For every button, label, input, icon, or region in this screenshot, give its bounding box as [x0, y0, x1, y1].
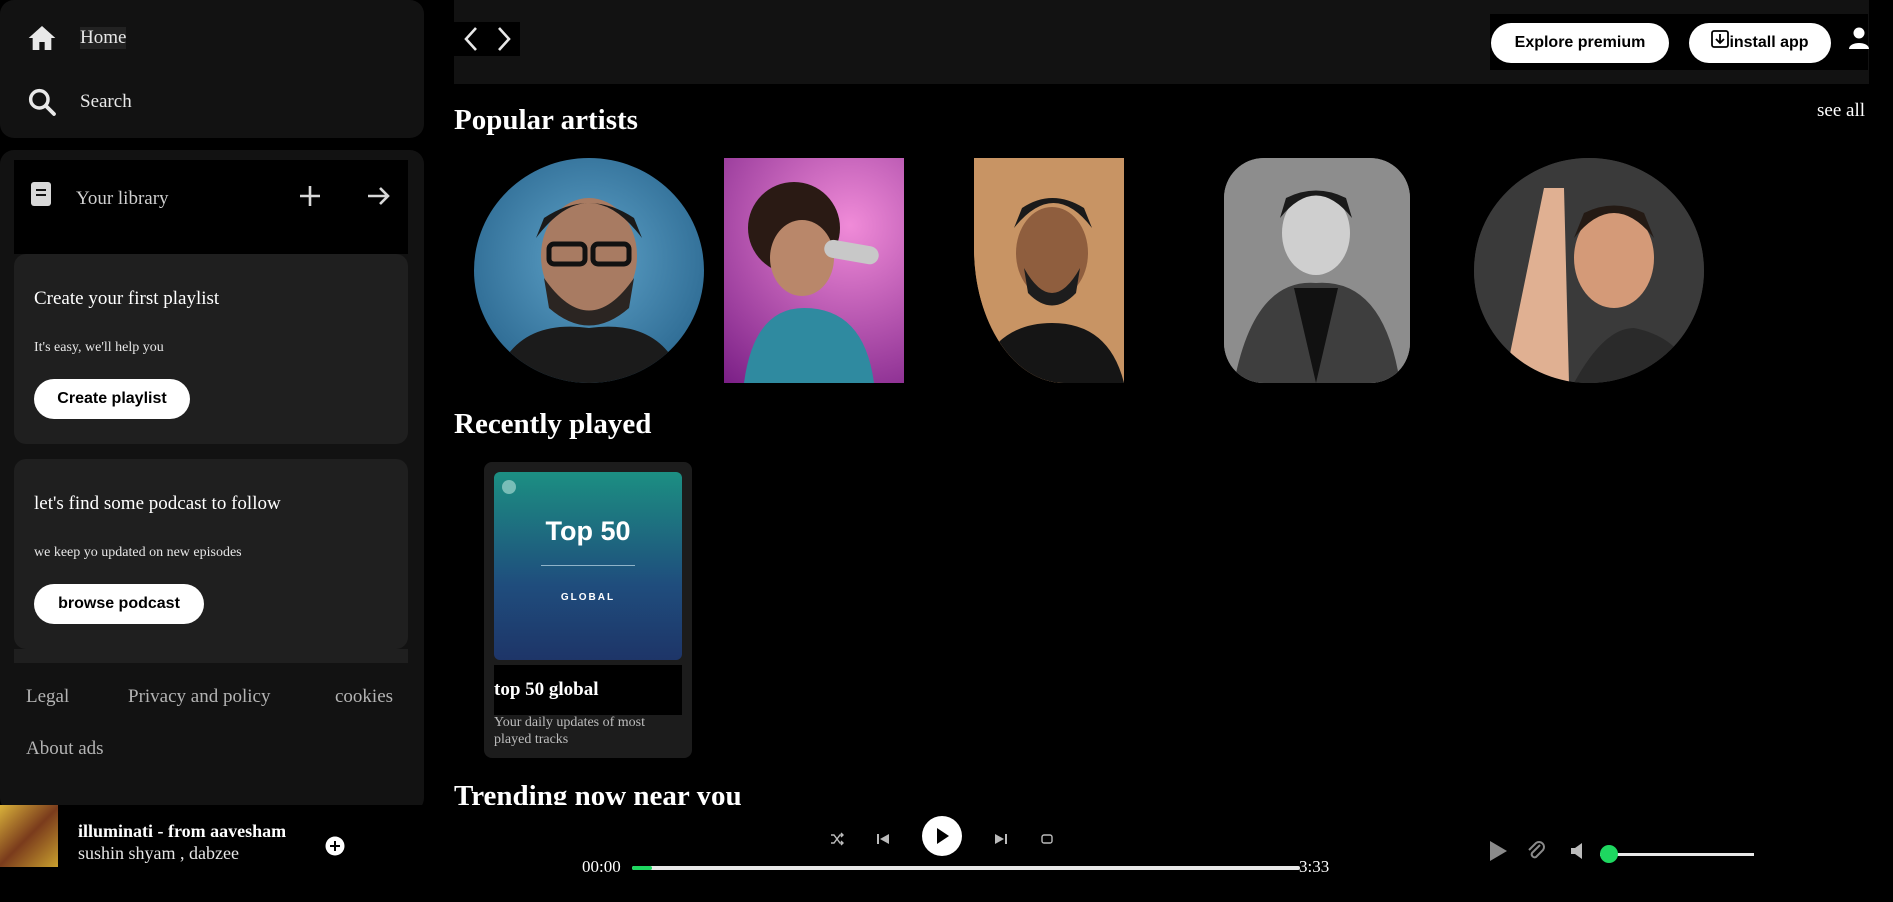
search-icon [28, 88, 56, 116]
track-title[interactable]: illuminati - from aavesham [78, 821, 286, 842]
artist-card[interactable] [474, 158, 704, 383]
now-playing-cover[interactable] [0, 805, 58, 867]
create-playlist-subtitle: It's easy, we'll help you [34, 340, 164, 355]
duration-time: 3:33 [1299, 857, 1330, 876]
volume-icon[interactable] [1570, 842, 1586, 860]
next-icon[interactable] [994, 832, 1008, 846]
player-bar: illuminati - from aavesham sushin shyam … [0, 805, 1893, 902]
repeat-icon[interactable] [1040, 832, 1054, 846]
spotify-icon [502, 480, 516, 494]
progress-fill [632, 866, 653, 870]
library-icon[interactable] [28, 180, 54, 208]
elapsed-time: 00:00 [582, 857, 621, 876]
previous-icon[interactable] [876, 832, 890, 846]
play-icon [937, 828, 949, 844]
recent-item-cover: Top 50 GLOBAL [494, 472, 682, 660]
plus-icon[interactable] [298, 184, 322, 208]
trending-title: Trending now near you [454, 780, 742, 805]
cookies-link[interactable]: cookies [335, 686, 393, 708]
library-title[interactable]: Your library [76, 188, 169, 210]
artist-photo [1474, 158, 1704, 383]
recent-item-name: top 50 global [494, 679, 599, 700]
download-icon [1711, 30, 1730, 48]
nav-panel: Home Search [0, 0, 424, 138]
now-playing-view-icon[interactable] [1488, 840, 1508, 862]
nav-search[interactable]: Search [26, 86, 132, 118]
artist-photo [1224, 158, 1410, 383]
create-playlist-button[interactable]: Create playlist [34, 379, 190, 419]
artist-card[interactable] [724, 158, 904, 383]
volume-slider[interactable] [1600, 845, 1754, 863]
volume-knob[interactable] [1600, 845, 1618, 863]
install-app-button[interactable]: install app [1689, 23, 1831, 63]
nav-search-label: Search [80, 91, 132, 112]
recently-played-title: Recently played [454, 408, 652, 440]
connect-device-icon[interactable] [1526, 840, 1546, 862]
nav-home[interactable]: Home [26, 22, 127, 54]
recent-item-description: Your daily updates of most played tracks [494, 715, 646, 747]
artist-photo [494, 198, 684, 383]
artist-card[interactable] [974, 158, 1124, 383]
see-all-link[interactable]: see all [1817, 100, 1865, 122]
popular-artists-title: Popular artists [454, 104, 638, 136]
card-divider [14, 649, 408, 663]
track-artists[interactable]: sushin shyam , dabzee [78, 843, 239, 864]
artist-card[interactable] [1224, 158, 1410, 383]
trending-title-clip: Trending now near you [454, 780, 1354, 805]
play-button[interactable] [922, 816, 962, 856]
cover-title: Top 50 [545, 516, 631, 546]
artist-photo [974, 158, 1124, 383]
legal-link[interactable]: Legal [26, 686, 69, 708]
recent-item-name-bg: top 50 global [494, 665, 682, 715]
cover-subtitle: GLOBAL [560, 592, 616, 603]
shuffle-icon[interactable] [830, 832, 844, 846]
create-playlist-title: Create your first playlist [34, 288, 220, 309]
recent-item-card[interactable]: Top 50 GLOBAL top 50 global Your daily u… [484, 462, 692, 758]
chevron-left-icon[interactable] [462, 25, 480, 53]
progress-bar[interactable] [632, 866, 1300, 870]
explore-premium-button[interactable]: Explore premium [1491, 23, 1669, 63]
add-circle-icon[interactable] [325, 836, 345, 856]
create-playlist-card: Create your first playlist It's easy, we… [14, 254, 408, 444]
podcast-card: let's find some podcast to follow we kee… [14, 459, 408, 649]
cover-divider [541, 565, 635, 566]
artist-card[interactable] [1474, 158, 1704, 383]
history-nav [454, 22, 520, 56]
artist-photo [744, 182, 879, 383]
chevron-right-icon[interactable] [495, 25, 513, 53]
privacy-link[interactable]: Privacy and policy [128, 686, 270, 708]
install-app-label: install app [1729, 34, 1809, 51]
podcast-card-title: let's find some podcast to follow [34, 493, 281, 514]
podcast-card-subtitle: we keep yo updated on new episodes [34, 545, 242, 560]
browse-podcast-button[interactable]: browse podcast [34, 584, 204, 624]
user-icon[interactable] [1848, 26, 1870, 50]
library-header: Your library [14, 160, 408, 254]
home-icon [28, 26, 56, 50]
about-ads-link[interactable]: About ads [26, 738, 104, 760]
arrow-right-icon[interactable] [366, 184, 392, 208]
nav-home-label: Home [80, 27, 127, 49]
